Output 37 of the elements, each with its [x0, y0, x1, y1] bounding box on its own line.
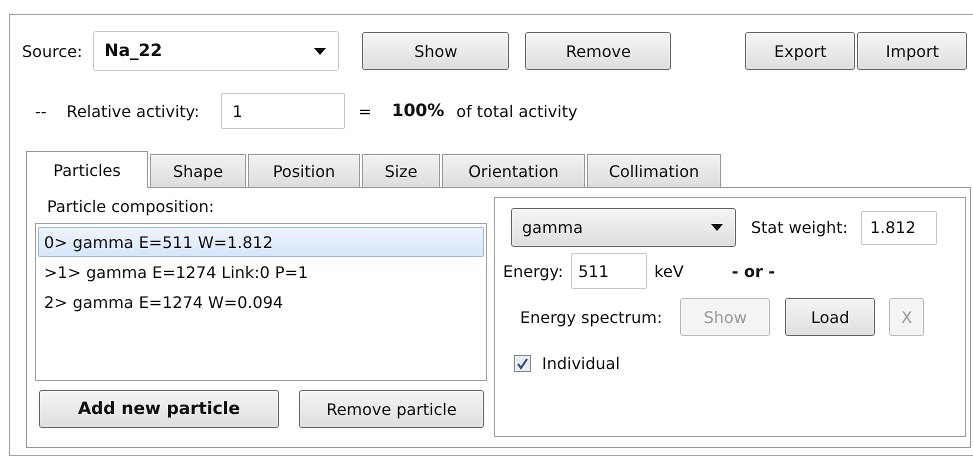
percent-value: 100% [392, 101, 444, 121]
source-label: Source: [22, 42, 82, 60]
individual-checkbox[interactable] [514, 355, 531, 372]
import-button[interactable]: Import [857, 32, 968, 70]
spectrum-button[interactable]: Load [785, 298, 876, 336]
caret-icon [711, 224, 723, 231]
tab[interactable]: Particles [26, 151, 148, 188]
source-dropdown[interactable]: Na_22 [93, 31, 340, 71]
caret-icon [314, 48, 326, 54]
stat-weight-label: Stat weight: [751, 218, 848, 237]
composition-label: Particle composition: [46, 197, 216, 216]
activity-label: Relative activity: [66, 102, 200, 120]
tab[interactable]: Collimation [587, 154, 721, 187]
particle-type-dropdown[interactable]: gamma [511, 208, 736, 247]
particle-item[interactable]: >1> gamma E=1274 Link:0 P=1 [38, 257, 484, 287]
or-label: - or - [732, 262, 776, 280]
tab[interactable]: Size [362, 154, 440, 187]
activity-field[interactable]: 1 [221, 93, 346, 129]
source-button[interactable]: Remove [525, 32, 672, 70]
particle-item[interactable]: 0> gamma E=511 W=1.812 [38, 227, 484, 257]
equals-sign: = [358, 102, 372, 120]
energy-label: Energy: [503, 262, 564, 280]
remove-particle-button[interactable]: Remove particle [299, 390, 484, 428]
tab[interactable]: Orientation [442, 154, 585, 187]
tab[interactable]: Position [248, 154, 360, 187]
tab[interactable]: Shape [150, 154, 246, 187]
source-button[interactable]: Show [362, 32, 510, 70]
particle-item[interactable]: 2> gamma E=1274 W=0.094 [38, 287, 484, 317]
individual-label: Individual [542, 354, 620, 373]
unit-label: keV [654, 262, 684, 280]
energy-field[interactable]: 511 [571, 253, 648, 289]
activity-suffix: of total activity [456, 102, 578, 120]
dash-label: -- [35, 102, 47, 120]
spectrum-label: Energy spectrum: [520, 308, 662, 326]
stat-weight-field[interactable]: 1.812 [860, 210, 937, 244]
add-particle-button[interactable]: Add new particle [39, 390, 279, 428]
export-button[interactable]: Export [745, 32, 856, 70]
